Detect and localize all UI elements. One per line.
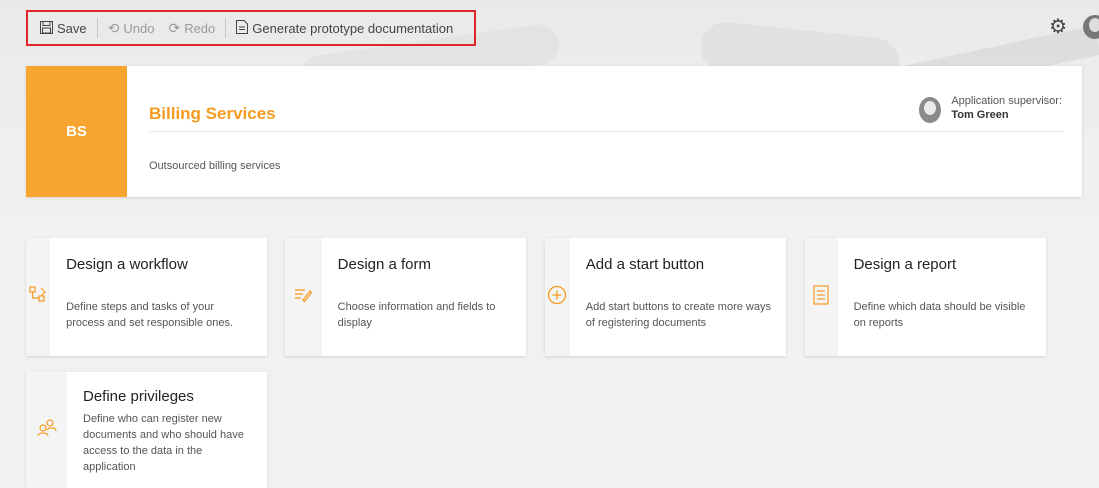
tile-description: Choose information and fields to display (337, 301, 496, 329)
plus-circle-icon (547, 285, 567, 310)
tile-design-workflow[interactable]: Design a workflow Define steps and tasks… (26, 238, 267, 356)
generate-documentation-button[interactable]: Generate prototype documentation (236, 20, 453, 36)
undo-icon: ⟲ (107, 20, 120, 36)
tile-design-report[interactable]: Design a report Define which data should… (805, 238, 1046, 356)
app-description: Outsourced billing services (149, 160, 281, 172)
redo-button[interactable]: ⟳ Redo (168, 21, 215, 36)
tile-title: Design a form (337, 256, 432, 273)
save-button[interactable]: Save (40, 20, 87, 36)
supervisor-avatar (919, 97, 942, 123)
tile-design-form[interactable]: Design a form Choose information and fie… (285, 238, 526, 356)
app-title: Billing Services (149, 104, 276, 123)
undo-button[interactable]: ⟲ Undo (108, 21, 155, 36)
supervisor-label: Application supervisor: (951, 95, 1062, 107)
toolbar-divider (96, 18, 98, 38)
save-icon (40, 20, 53, 36)
toolbar: Save ⟲ Undo ⟳ Redo Generate prototype do… (0, 0, 1099, 52)
supervisor-name[interactable]: Tom Green (951, 108, 1062, 122)
report-icon (813, 284, 829, 310)
tile-description: Add start buttons to create more ways of… (585, 301, 771, 329)
generate-documentation-label: Generate prototype documentation (252, 20, 454, 36)
tile-title: Add a start button (585, 256, 705, 273)
supervisor-info: Application supervisor: Tom Green (919, 94, 1062, 123)
workflow-icon (29, 285, 47, 309)
toolbar-actions: Save ⟲ Undo ⟳ Redo Generate prototype do… (26, 10, 476, 46)
user-avatar[interactable] (1083, 14, 1099, 39)
tile-description: Define who can register new documents an… (83, 413, 244, 473)
app-info: Billing Services Outsourced billing serv… (127, 66, 1082, 197)
tile-title: Define privileges (83, 388, 194, 405)
application-header-card: BS Billing Services Outsourced billing s… (26, 66, 1082, 197)
tile-title: Design a report (853, 256, 957, 273)
redo-label: Redo (184, 20, 216, 36)
tile-define-privileges[interactable]: Define privileges Define who can registe… (26, 372, 267, 488)
save-label: Save (57, 20, 87, 36)
app-badge: BS (26, 66, 127, 197)
app-divider (149, 131, 1064, 132)
toolbar-divider (225, 18, 227, 38)
document-icon (236, 20, 249, 36)
tile-description: Define which data should be visible on r… (853, 301, 1026, 329)
redo-icon: ⟳ (168, 20, 181, 36)
form-edit-icon (294, 286, 313, 309)
tile-title: Design a workflow (66, 256, 188, 273)
top-right-controls: ⚙ (1049, 14, 1099, 39)
undo-label: Undo (123, 20, 155, 36)
tile-add-start-button[interactable]: Add a start button Add start buttons to … (545, 238, 786, 356)
tile-description: Define steps and tasks of your process a… (66, 301, 234, 329)
gear-icon[interactable]: ⚙ (1049, 14, 1067, 39)
users-icon (36, 418, 57, 442)
